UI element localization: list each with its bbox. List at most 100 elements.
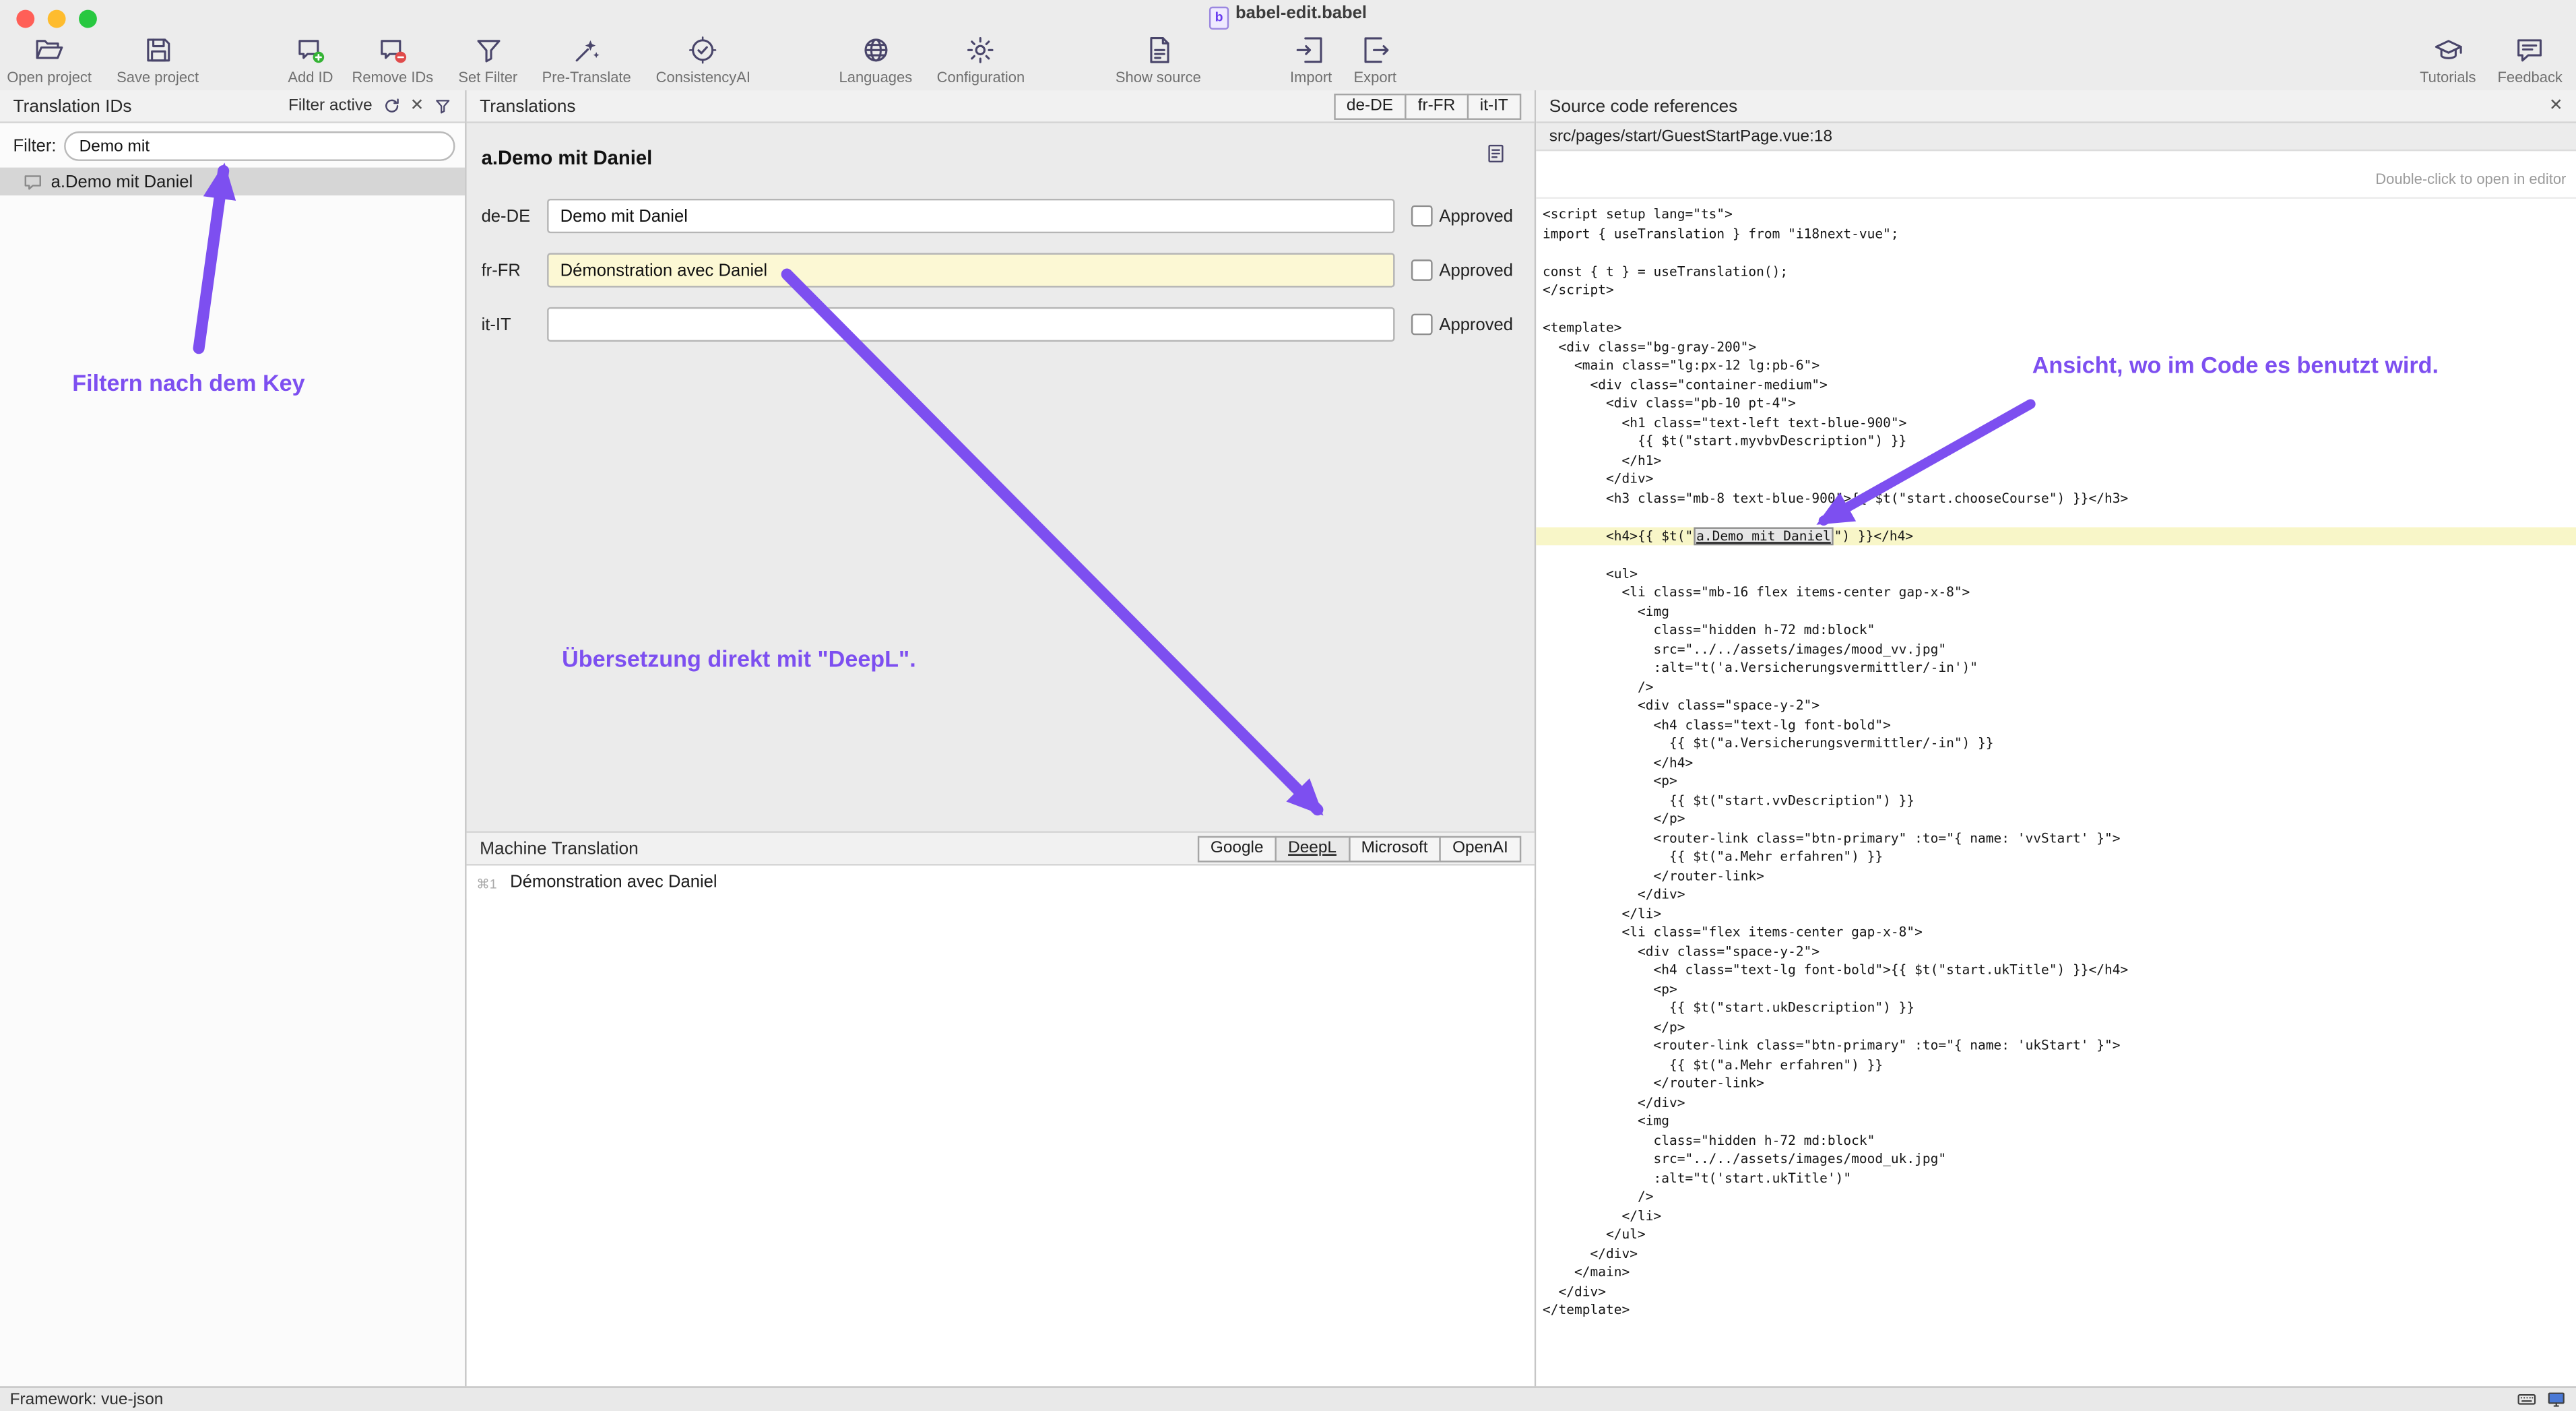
translations-title: Translations	[480, 96, 575, 116]
approved-control: Approved	[1411, 314, 1513, 336]
filter-funnel-icon[interactable]	[434, 97, 452, 115]
translation-input-it-it[interactable]	[547, 307, 1394, 342]
provider-button-microsoft[interactable]: Microsoft	[1348, 836, 1441, 862]
toolbar-feedback-button[interactable]: Feedback	[2498, 34, 2563, 86]
suggestion-text[interactable]: Démonstration avec Daniel	[510, 872, 717, 891]
toolbar: Open project Save project Add ID Remove IDs…	[0, 30, 2576, 90]
toolbar-languages-button[interactable]: Languages	[839, 34, 913, 86]
toolbar-tutorials-button[interactable]: Tutorials	[2420, 34, 2476, 86]
code-line: </div>	[1536, 1282, 2576, 1301]
translations-header: Translations de-DEfr-FRit-IT	[467, 90, 1535, 123]
toolbar-import-button[interactable]: Import	[1290, 34, 1332, 86]
translation-ids-panel: Translation IDs Filter active ✕ Filter: …	[0, 90, 467, 1386]
code-line: </router-link>	[1536, 867, 2576, 885]
toolbar-set-filter-button[interactable]: Set Filter	[458, 34, 517, 86]
code-line: src="../../assets/images/mood_uk.jpg"	[1536, 1150, 2576, 1168]
screen-icon[interactable]	[2546, 1389, 2566, 1409]
code-line: <h4 class="text-lg font-bold">{{ $t("sta…	[1536, 961, 2576, 980]
status-bar: Framework: vue-json	[0, 1386, 2576, 1411]
code-line: {{ $t("a.Mehr erfahren") }}	[1536, 848, 2576, 867]
provider-button-openai[interactable]: OpenAI	[1440, 836, 1522, 862]
approved-label[interactable]: Approved	[1439, 206, 1513, 226]
toolbar-save-project-button[interactable]: Save project	[117, 34, 199, 86]
clear-filter-icon[interactable]: ✕	[410, 97, 424, 115]
code-line: </template>	[1536, 1301, 2576, 1320]
window-title: bbabel-edit.babel	[0, 3, 2576, 30]
language-button-fr-fr[interactable]: fr-FR	[1405, 93, 1469, 119]
approved-checkbox[interactable]	[1411, 314, 1433, 336]
code-line: <li class="mb-16 flex items-center gap-x…	[1536, 583, 2576, 602]
approved-label[interactable]: Approved	[1439, 315, 1513, 334]
toolbar-pre-translate-button[interactable]: Pre-Translate	[542, 34, 631, 86]
toolbar-label: Configuration	[937, 69, 1025, 85]
code-line: <router-link class="btn-primary" :to="{ …	[1536, 829, 2576, 848]
provider-button-google[interactable]: Google	[1197, 836, 1277, 862]
translation-input-fr-fr[interactable]	[547, 253, 1394, 287]
feedback-icon	[2515, 34, 2546, 65]
code-line: import { useTranslation } from "i18next-…	[1536, 224, 2576, 243]
toolbar-export-button[interactable]: Export	[1354, 34, 1396, 86]
toolbar-consistencyai-button[interactable]: ConsistencyAI	[656, 34, 750, 86]
open-project-icon	[34, 34, 65, 65]
machine-translation-title: Machine Translation	[480, 838, 639, 858]
document-icon: b	[1209, 7, 1229, 30]
code-line: <router-link class="btn-primary" :to="{ …	[1536, 1036, 2576, 1055]
code-line	[1536, 243, 2576, 262]
translation-ids-title: Translation IDs	[13, 96, 132, 116]
annotation-filter: Filtern nach dem Key	[72, 369, 304, 396]
toolbar-label: Open project	[7, 69, 92, 85]
translations-content: a.Demo mit Daniel de-DEApprovedfr-FRAppr…	[467, 123, 1535, 832]
source-references-panel: Source code references ✕ src/pages/start…	[1536, 90, 2576, 1386]
keyboard-icon[interactable]	[2517, 1389, 2536, 1409]
language-button-it-it[interactable]: it-IT	[1467, 93, 1521, 119]
language-label: fr-FR	[482, 260, 548, 280]
code-line: </li>	[1536, 904, 2576, 923]
highlighted-translation-key[interactable]: a.Demo mit Daniel	[1693, 526, 1834, 544]
code-line: <li class="flex items-center gap-x-8">	[1536, 923, 2576, 942]
refresh-filter-icon[interactable]	[382, 97, 400, 115]
translation-id-label: a.Demo mit Daniel	[51, 172, 193, 191]
code-line: </h4>	[1536, 753, 2576, 772]
code-line: <h3 class="mb-8 text-blue-900">{{ $t("st…	[1536, 489, 2576, 507]
remove-ids-icon	[377, 34, 408, 65]
machine-translation-section: Machine Translation GoogleDeepLMicrosoft…	[467, 831, 1535, 1386]
toolbar-add-id-button[interactable]: Add ID	[288, 34, 333, 86]
toolbar-configuration-button[interactable]: Configuration	[937, 34, 1025, 86]
translation-input-de-de[interactable]	[547, 199, 1394, 233]
code-line: <div class="space-y-2">	[1536, 697, 2576, 716]
provider-button-deepl[interactable]: DeepL	[1275, 836, 1350, 862]
bubble-icon	[23, 172, 42, 191]
toolbar-remove-ids-button[interactable]: Remove IDs	[352, 34, 433, 86]
approved-checkbox[interactable]	[1411, 206, 1433, 227]
add-id-icon	[295, 34, 326, 65]
save-project-icon	[142, 34, 173, 65]
machine-translation-suggestion-row[interactable]: ⌘1 Démonstration avec Daniel	[467, 866, 1535, 899]
toolbar-label: Tutorials	[2420, 69, 2476, 85]
provider-buttons: GoogleDeepLMicrosoftOpenAI	[1199, 836, 1521, 862]
approved-label[interactable]: Approved	[1439, 260, 1513, 280]
translation-id-item[interactable]: a.Demo mit Daniel	[0, 168, 465, 195]
code-line: </main>	[1536, 1263, 2576, 1282]
source-reference-path: src/pages/start/GuestStartPage.vue:18	[1549, 127, 1832, 146]
app-window: bbabel-edit.babel Open project Save proje…	[0, 0, 2576, 1411]
export-icon	[1359, 34, 1390, 65]
approved-control: Approved	[1411, 206, 1513, 227]
close-panel-icon[interactable]: ✕	[2549, 97, 2563, 115]
code-line: </div>	[1536, 1244, 2576, 1263]
language-button-de-de[interactable]: de-DE	[1333, 93, 1406, 119]
toolbar-label: Pre-Translate	[542, 69, 631, 85]
code-line: :alt="t('a.Versicherungsvermittler/-in')…	[1536, 658, 2576, 677]
code-line	[1536, 300, 2576, 319]
toolbar-label: Import	[1290, 69, 1332, 85]
approved-checkbox[interactable]	[1411, 259, 1433, 281]
source-references-header: Source code references ✕	[1536, 90, 2576, 123]
filter-input[interactable]	[65, 131, 455, 161]
comment-note-icon[interactable]	[1485, 143, 1507, 164]
window-header: bbabel-edit.babel Open project Save proje…	[0, 0, 2576, 92]
toolbar-show-source-button[interactable]: Show source	[1116, 34, 1201, 86]
code-line: <script setup lang="ts">	[1536, 206, 2576, 224]
source-reference-item[interactable]: src/pages/start/GuestStartPage.vue:18	[1536, 123, 2576, 151]
code-line: {{ $t("a.Mehr erfahren") }}	[1536, 1055, 2576, 1074]
toolbar-open-project-button[interactable]: Open project	[7, 34, 92, 86]
code-line: <h1 class="text-left text-blue-900">	[1536, 413, 2576, 432]
